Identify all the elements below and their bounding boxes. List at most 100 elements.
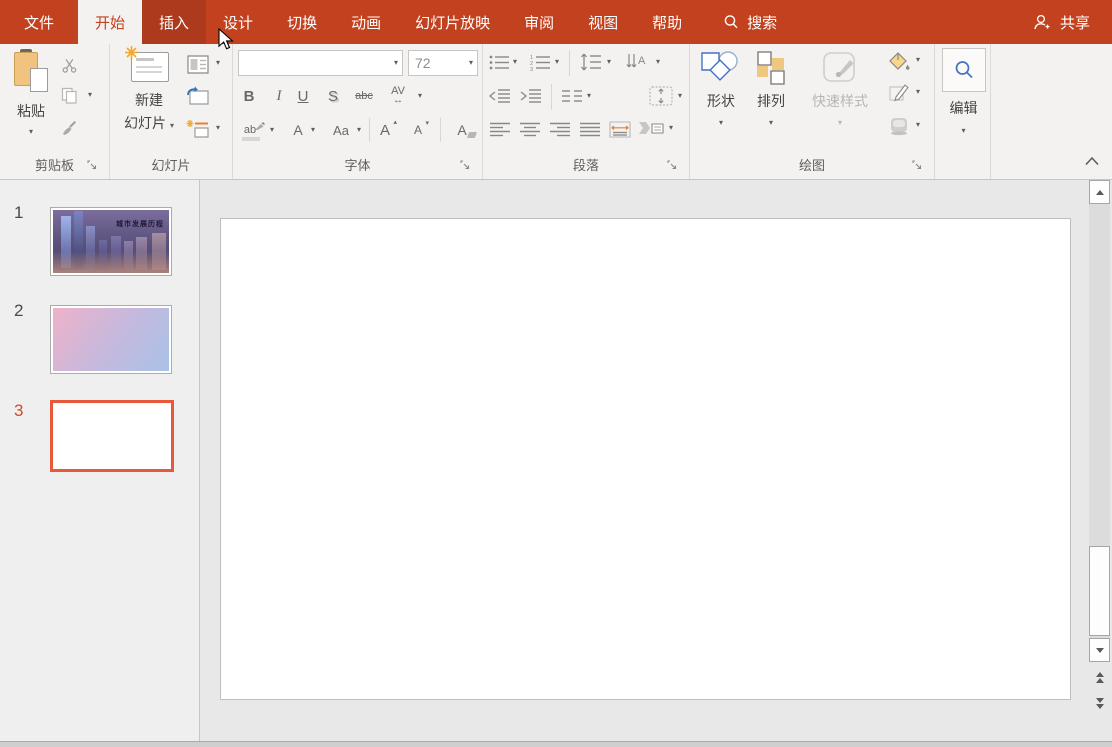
clear-formatting-button[interactable]: A (449, 118, 477, 142)
slide-3-thumbnail-selected[interactable] (50, 400, 174, 472)
align-text-button[interactable] (646, 84, 676, 108)
tab-help[interactable]: 帮助 (635, 0, 699, 44)
numbering-button[interactable]: 123 (527, 50, 553, 74)
tab-home[interactable]: 开始 (78, 0, 143, 44)
paragraph-dialog-launcher[interactable] (667, 160, 679, 172)
scroll-up-button[interactable] (1089, 180, 1110, 204)
character-spacing-dropdown-arrow[interactable]: ▾ (418, 92, 422, 100)
tab-insert[interactable]: 插入 (142, 0, 207, 44)
align-text-dropdown-arrow[interactable]: ▾ (678, 92, 682, 100)
change-case-dropdown-arrow[interactable]: ▾ (357, 126, 361, 134)
font-color-dropdown-arrow[interactable]: ▾ (311, 126, 315, 134)
font-name-dropdown-arrow[interactable]: ▾ (394, 59, 402, 67)
next-slide-button[interactable] (1089, 692, 1110, 714)
smartart-dropdown-arrow[interactable]: ▾ (669, 124, 673, 132)
tab-view[interactable]: 视图 (571, 0, 635, 44)
line-spacing-button[interactable] (578, 50, 604, 74)
strikethrough-button[interactable]: abc (348, 84, 380, 108)
shape-fill-dropdown-arrow[interactable]: ▾ (916, 56, 920, 64)
cut-button[interactable] (56, 53, 82, 77)
font-dialog-launcher[interactable] (460, 160, 472, 172)
font-size-input[interactable] (409, 51, 469, 75)
tab-transitions[interactable]: 切换 (270, 0, 334, 44)
distribute-text-button[interactable] (607, 117, 633, 141)
current-slide-canvas[interactable] (220, 218, 1071, 700)
shape-outline-dropdown-arrow[interactable]: ▾ (916, 88, 920, 96)
edit-button[interactable]: 编辑 ▾ (941, 48, 986, 135)
collapse-ribbon-button[interactable] (1084, 156, 1102, 168)
tab-slideshow[interactable]: 幻灯片放映 (398, 0, 507, 44)
increase-indent-button[interactable] (518, 84, 544, 108)
align-right-button[interactable] (547, 117, 573, 141)
clipboard-dialog-launcher[interactable] (87, 160, 99, 172)
decrease-indent-button[interactable] (487, 84, 513, 108)
text-shadow-button[interactable]: S (320, 84, 346, 108)
arrange-button[interactable]: 排列 ▾ (748, 50, 794, 127)
shapes-dropdown-arrow[interactable]: ▾ (719, 119, 723, 127)
shape-outline-button[interactable] (886, 81, 912, 105)
section-dropdown-arrow[interactable]: ▾ (216, 124, 220, 132)
search-control[interactable]: 搜索 (723, 0, 777, 44)
shape-fill-button[interactable] (886, 49, 912, 73)
shapes-button[interactable]: 形状 ▾ (698, 50, 744, 127)
align-center-button[interactable] (517, 117, 543, 141)
scrollbar-thumb[interactable] (1089, 546, 1110, 636)
line-spacing-dropdown-arrow[interactable]: ▾ (607, 58, 611, 66)
clear-formatting-icon: A (457, 122, 477, 138)
convert-to-smartart-button[interactable] (636, 117, 666, 141)
paste-button[interactable]: 粘贴 ▾ (8, 49, 54, 136)
font-size-dropdown-arrow[interactable]: ▾ (469, 59, 477, 67)
numbering-dropdown-arrow[interactable]: ▾ (555, 58, 559, 66)
bullets-button[interactable] (486, 50, 512, 74)
columns-dropdown-arrow[interactable]: ▾ (587, 92, 591, 100)
quick-styles-label: 快速样式 (812, 93, 868, 109)
slide-1-thumbnail[interactable]: 城市发展历程 (50, 207, 172, 276)
columns-button[interactable] (559, 84, 585, 108)
copy-dropdown-arrow[interactable]: ▾ (88, 91, 92, 99)
bold-button[interactable]: B (236, 84, 262, 108)
new-slide-label-line1: 新建 (135, 92, 163, 108)
font-size-combobox[interactable]: ▾ (408, 50, 478, 76)
paste-dropdown-arrow[interactable]: ▾ (29, 128, 33, 136)
reset-slide-button[interactable] (183, 84, 213, 108)
layout-dropdown-arrow[interactable]: ▾ (216, 59, 220, 67)
font-name-combobox[interactable]: ▾ (238, 50, 403, 76)
bullets-dropdown-arrow[interactable]: ▾ (513, 58, 517, 66)
shape-effects-dropdown-arrow[interactable]: ▾ (916, 121, 920, 129)
increase-font-size-button[interactable]: A (372, 118, 398, 142)
format-painter-button[interactable] (56, 116, 82, 140)
share-button[interactable]: 共享 (1010, 0, 1112, 44)
layout-button[interactable] (183, 52, 213, 76)
scroll-down-button[interactable] (1089, 638, 1110, 662)
previous-slide-button[interactable] (1089, 666, 1110, 688)
align-left-button[interactable] (487, 117, 513, 141)
tab-animations[interactable]: 动画 (334, 0, 398, 44)
edit-dropdown-arrow[interactable]: ▾ (961, 127, 965, 135)
text-direction-button[interactable]: A (623, 50, 653, 74)
copy-button[interactable] (56, 83, 82, 107)
slide-2-thumbnail[interactable] (50, 305, 172, 374)
font-color-button[interactable]: A (285, 118, 311, 142)
arrange-dropdown-arrow[interactable]: ▾ (769, 119, 773, 127)
new-slide-button[interactable]: 新建 幻灯片 ▾ (118, 46, 180, 133)
character-spacing-button[interactable]: AV (383, 84, 413, 108)
quick-styles-button[interactable]: 快速样式 ▾ (796, 50, 884, 127)
tab-file[interactable]: 文件 (0, 0, 78, 44)
decrease-font-size-button[interactable]: A (405, 118, 431, 142)
shape-effects-button[interactable] (886, 114, 912, 138)
underline-button[interactable]: U (290, 84, 316, 108)
italic-button[interactable]: I (266, 84, 292, 108)
font-name-input[interactable] (239, 51, 394, 75)
change-case-button[interactable]: Aa (326, 118, 356, 142)
text-direction-dropdown-arrow[interactable]: ▾ (656, 58, 660, 66)
tab-review[interactable]: 审阅 (507, 0, 571, 44)
new-slide-dropdown-arrow[interactable]: ▾ (170, 121, 174, 130)
change-case-icon: Aa (333, 122, 349, 138)
drawing-dialog-launcher[interactable] (912, 160, 924, 172)
section-button[interactable] (183, 117, 213, 141)
justify-button[interactable] (577, 117, 603, 141)
text-highlight-dropdown-arrow[interactable]: ▾ (270, 126, 274, 134)
tab-design[interactable]: 设计 (206, 0, 270, 44)
text-highlight-button[interactable]: ab (237, 118, 266, 142)
italic-icon: I (276, 87, 282, 104)
